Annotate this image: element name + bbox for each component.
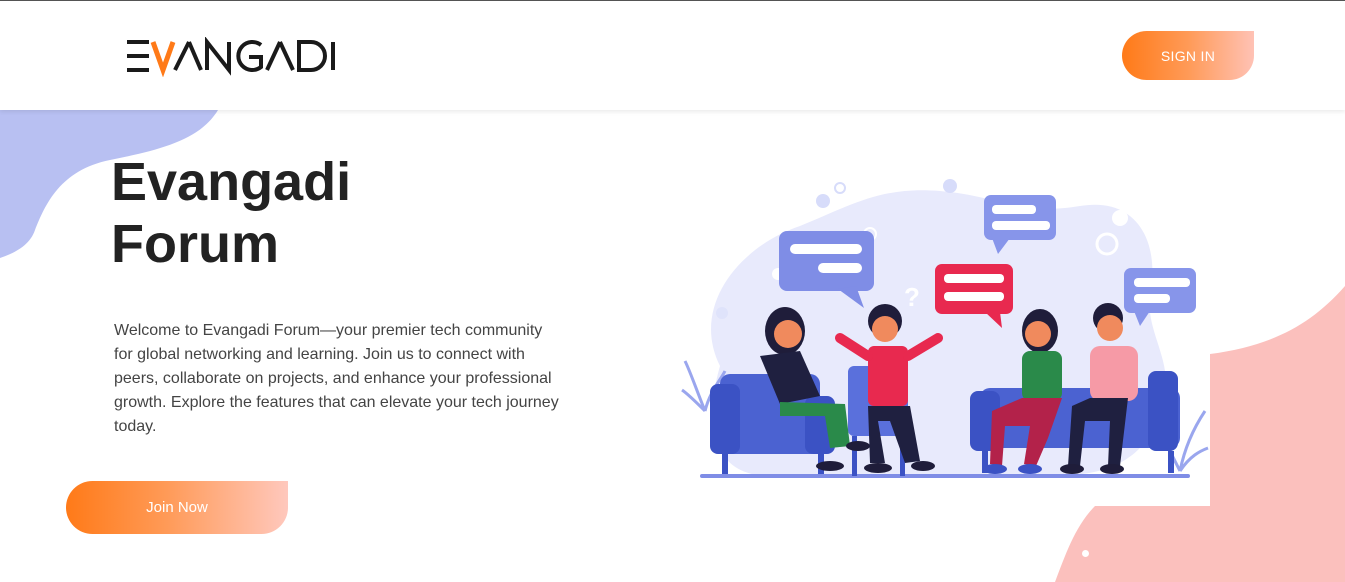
sign-in-button[interactable]: SIGN IN	[1122, 31, 1254, 80]
site-header: SIGN IN	[0, 1, 1345, 110]
svg-text:?: ?	[904, 282, 920, 312]
people-chatting-illustration: ?	[681, 179, 1209, 478]
evangadi-logo[interactable]	[125, 37, 337, 77]
carousel-dot[interactable]	[1082, 550, 1089, 557]
page-title: Evangadi Forum	[111, 152, 352, 274]
join-now-button[interactable]: Join Now	[66, 481, 288, 534]
hero-description: Welcome to Evangadi Forum—your premier t…	[114, 322, 559, 435]
